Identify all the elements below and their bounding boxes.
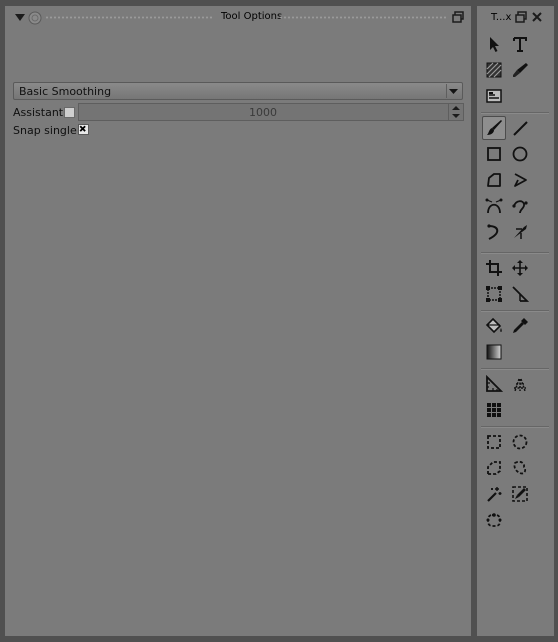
toolbox-panel: T...x (477, 6, 554, 636)
dynamic-brush-icon[interactable] (482, 220, 506, 244)
bezier-curve-icon[interactable] (482, 194, 506, 218)
similar-select-icon[interactable] (508, 482, 532, 506)
text-icon[interactable] (508, 32, 532, 56)
polygon-icon[interactable] (482, 168, 506, 192)
toolbox-titlebar: T...x (477, 6, 554, 28)
spin-up-icon[interactable] (452, 106, 460, 110)
chevron-down-icon[interactable] (446, 84, 460, 98)
tool-options-panel: Tool Options Basic Smoothing Assistant: … (5, 6, 471, 636)
reference-image-icon[interactable] (482, 84, 506, 108)
assistant-checkbox[interactable] (64, 107, 75, 118)
check-x-icon (79, 125, 86, 132)
lock-icon[interactable] (28, 11, 42, 25)
calligraphy-pen-icon[interactable] (508, 58, 532, 82)
toolbox-separator (481, 252, 549, 254)
freehand-select-icon[interactable] (508, 456, 532, 480)
polygon-select-icon[interactable] (482, 456, 506, 480)
freehand-path-icon[interactable] (508, 194, 532, 218)
polyline-icon[interactable] (508, 168, 532, 192)
ellipse-select-icon[interactable] (508, 430, 532, 454)
close-icon[interactable] (530, 10, 544, 24)
titlebar-grip[interactable] (279, 16, 447, 19)
perspective-grid-icon[interactable] (508, 372, 532, 396)
brush-icon[interactable] (482, 116, 506, 140)
ellipse-icon[interactable] (508, 142, 532, 166)
gradient-icon[interactable] (482, 340, 506, 364)
assistant-ruler-icon[interactable] (482, 372, 506, 396)
eyedropper-icon[interactable] (508, 314, 532, 338)
multibrush-icon[interactable] (508, 220, 532, 244)
toolbox-separator (481, 112, 549, 114)
paint-bucket-icon[interactable] (482, 314, 506, 338)
tool-options-titlebar: Tool Options (5, 6, 471, 28)
hatched-square-icon[interactable] (482, 58, 506, 82)
titlebar-grip[interactable] (45, 16, 213, 19)
arrow-pointer-icon[interactable] (482, 32, 506, 56)
toolbox-separator (481, 310, 549, 312)
toolbox-separator (481, 368, 549, 370)
crop-icon[interactable] (482, 256, 506, 280)
rectangle-icon[interactable] (482, 142, 506, 166)
assistant-label: Assistant: (13, 106, 67, 119)
line-icon[interactable] (508, 116, 532, 140)
transform-icon[interactable] (482, 282, 506, 306)
snap-single-label: Snap single: (13, 124, 81, 137)
grid-icon[interactable] (482, 398, 506, 422)
smoothing-select[interactable]: Basic Smoothing (13, 82, 463, 100)
toolbox-title: T...x (491, 12, 512, 23)
assistant-spinbox[interactable]: 1000 (78, 103, 464, 121)
float-window-icon[interactable] (451, 10, 465, 24)
snap-single-checkbox[interactable] (78, 124, 89, 135)
spin-down-icon[interactable] (452, 114, 460, 118)
measure-icon[interactable] (508, 282, 532, 306)
assistant-value: 1000 (249, 106, 277, 119)
toolbox-separator (481, 426, 549, 428)
smoothing-select-value: Basic Smoothing (19, 85, 112, 98)
collapse-arrow-icon[interactable] (15, 14, 25, 22)
tool-options-title: Tool Options (221, 11, 283, 22)
float-window-icon[interactable] (514, 10, 528, 24)
move-icon[interactable] (508, 256, 532, 280)
spin-buttons[interactable] (448, 104, 463, 120)
rect-select-icon[interactable] (482, 430, 506, 454)
path-select-icon[interactable] (482, 508, 506, 532)
magic-wand-icon[interactable] (482, 482, 506, 506)
